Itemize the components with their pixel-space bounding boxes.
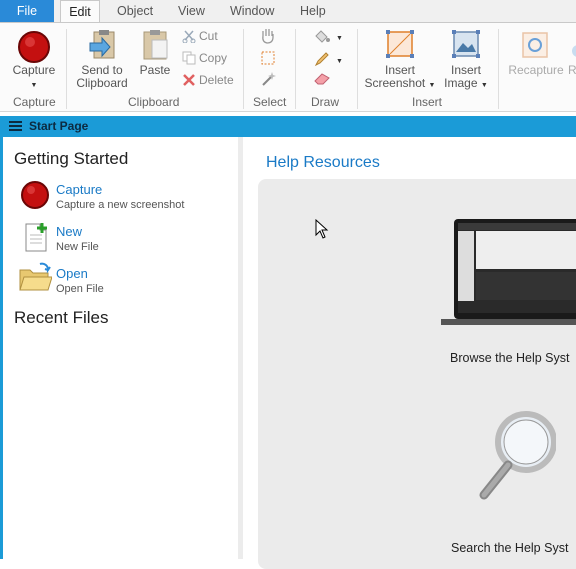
copy-button[interactable]: Copy — [199, 51, 227, 65]
fill-bucket-icon[interactable] — [314, 29, 330, 46]
send-to-label-2: Clipboard — [76, 76, 128, 90]
capture-icon[interactable] — [20, 180, 50, 213]
insert-screenshot-dropdown-icon[interactable]: ▼ — [429, 82, 436, 89]
recent-files-heading: Recent Files — [14, 308, 109, 327]
insert-image-button[interactable]: Insert Image ▼ — [439, 64, 493, 92]
help-resources-panel: Help Resources Browse the Help Syst Sear… — [243, 137, 576, 569]
separator — [498, 29, 499, 109]
send-to-clipboard-button[interactable]: Send to Clipboard — [74, 64, 130, 90]
browse-help-link[interactable]: Browse the Help Syst — [450, 351, 570, 365]
capture-dropdown-icon[interactable]: ▼ — [8, 79, 60, 92]
clipboard-group-label: Clipboard — [128, 95, 180, 109]
delete-button[interactable]: Delete — [199, 73, 234, 87]
separator — [243, 29, 244, 109]
insert-image-icon[interactable] — [450, 28, 482, 63]
cut-off-button-label[interactable]: R — [568, 64, 576, 77]
search-help-link[interactable]: Search the Help Syst — [451, 541, 568, 555]
new-file-icon[interactable] — [23, 221, 51, 256]
laptop-icon[interactable] — [436, 217, 576, 330]
menu-object[interactable]: Object — [117, 0, 153, 22]
delete-icon[interactable] — [182, 73, 196, 90]
pencil-dropdown-icon[interactable]: ▼ — [336, 55, 343, 68]
select-rectangle-icon[interactable] — [260, 50, 276, 69]
insert-screenshot-label-2: Screenshot — [364, 76, 426, 90]
insert-image-label-2: Image — [444, 76, 478, 90]
start-page-tab[interactable]: Start Page — [0, 116, 576, 137]
cursor-icon — [315, 218, 329, 242]
help-card: Browse the Help Syst Search the Help Sys… — [258, 179, 576, 569]
send-to-clipboard-icon[interactable] — [88, 29, 118, 64]
capture-group-label: Capture — [13, 95, 56, 109]
separator — [357, 29, 358, 109]
capture-description: Capture a new screenshot — [56, 199, 185, 211]
recapture-icon[interactable] — [519, 29, 551, 64]
select-group-label: Select — [253, 95, 287, 109]
insert-screenshot-button[interactable]: Insert Screenshot ▼ — [364, 64, 436, 92]
menu-window[interactable]: Window — [230, 0, 274, 22]
menu-view[interactable]: View — [178, 0, 205, 22]
eraser-icon[interactable] — [313, 71, 331, 88]
cut-button[interactable]: Cut — [199, 29, 218, 43]
insert-image-dropdown-icon[interactable]: ▼ — [481, 82, 488, 89]
menu-help[interactable]: Help — [300, 0, 326, 22]
menu-icon[interactable] — [9, 121, 22, 132]
start-page-title: Start Page — [29, 119, 89, 133]
paste-icon[interactable] — [141, 29, 171, 64]
new-link[interactable]: New — [56, 224, 82, 239]
draw-group-label: Draw — [311, 95, 340, 109]
open-folder-icon[interactable] — [18, 262, 53, 295]
getting-started-panel: Getting Started Capture Capture a new sc… — [3, 137, 237, 559]
menu-edit[interactable]: Edit — [60, 0, 100, 22]
new-description: New File — [56, 241, 99, 253]
cut-icon[interactable] — [182, 29, 196, 46]
recapture-button[interactable]: Recapture — [506, 64, 566, 77]
separator — [66, 29, 67, 109]
open-description: Open File — [56, 283, 104, 295]
separator — [295, 29, 296, 109]
pencil-icon[interactable] — [314, 51, 330, 70]
insert-group-label: Insert — [412, 95, 443, 109]
capture-icon[interactable] — [17, 30, 51, 67]
fill-dropdown-icon[interactable]: ▼ — [336, 32, 343, 45]
getting-started-heading: Getting Started — [14, 149, 129, 168]
paste-button[interactable]: Paste — [135, 64, 175, 77]
resize-icon[interactable] — [568, 43, 576, 62]
help-resources-heading: Help Resources — [266, 154, 380, 171]
ribbon: Capture ▼ Capture Send to Clipboard Past… — [0, 22, 576, 112]
capture-link[interactable]: Capture — [56, 182, 102, 197]
capture-button[interactable]: Capture — [8, 64, 60, 77]
open-link[interactable]: Open — [56, 266, 88, 281]
hand-icon[interactable] — [259, 27, 277, 48]
menu-file[interactable]: File — [0, 0, 54, 22]
magic-wand-icon[interactable] — [260, 71, 276, 90]
insert-screenshot-icon[interactable] — [384, 28, 416, 63]
copy-icon[interactable] — [182, 51, 196, 68]
menu-bar: File Edit Object View Window Help — [0, 0, 576, 22]
magnifying-glass-icon[interactable] — [476, 407, 557, 510]
